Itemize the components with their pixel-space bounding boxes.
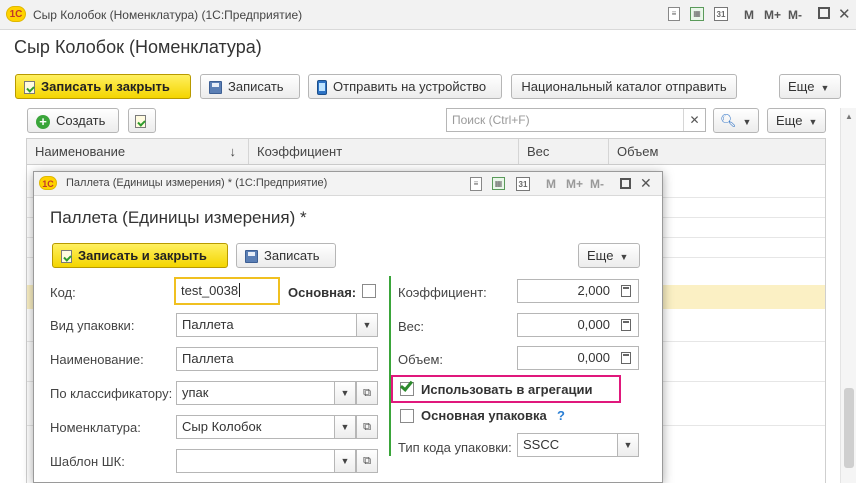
main-unit-label: Основная: [288,285,357,300]
pack-code-type-dropdown-icon[interactable]: ▼ [617,433,639,457]
print-icon[interactable]: ≡ [668,7,680,21]
dialog-calendar-icon[interactable]: 31 [516,177,530,191]
nomenclature-label: Номенклатура: [50,420,141,435]
nomenclature-open-icon[interactable]: ⧉ [356,415,378,439]
pack-code-type-select[interactable]: SSCC ▼ [517,433,639,457]
copy-button[interactable] [128,108,156,133]
use-in-aggregation-checkbox[interactable] [399,378,414,396]
copy-document-icon [135,115,146,129]
window-title: Сыр Колобок (Номенклатура) (1С:Предприят… [33,8,303,22]
volume-label: Объем: [398,352,444,367]
nomenclature-select[interactable]: Сыр Колобок ▼ ⧉ [176,415,378,439]
barcode-template-label: Шаблон ШК: [50,454,125,469]
dialog-close-icon[interactable]: ✕ [640,175,652,192]
name-label: Наименование: [50,352,144,367]
memory-minus-button[interactable]: M- [788,8,802,22]
national-catalog-button[interactable]: Национальный каталог отправить [511,74,737,99]
create-button[interactable]: + Создать [27,108,119,133]
column-header-volume[interactable]: Объем [609,139,825,164]
dialog-print-icon[interactable]: ≡ [470,177,482,191]
calculator-icon[interactable] [621,285,631,297]
search-button[interactable]: 🔍︎ ▼ [713,108,759,133]
list-scrollbar[interactable]: ▲ [840,108,856,483]
dropdown-caret-icon: ▼ [820,83,830,93]
main-pack-label[interactable]: Основная упаковка [421,408,547,423]
window-titlebar: 1С Сыр Колобок (Номенклатура) (1С:Предпр… [0,0,856,30]
volume-input[interactable]: 0,000 [517,346,639,370]
clear-search-icon[interactable]: ✕ [683,109,705,131]
dialog-more-button[interactable]: Еще ▼ [578,243,640,268]
barcode-template-select[interactable]: ▼ ⧉ [176,449,378,473]
column-header-name[interactable]: Наименование ↓ [27,139,249,164]
plus-icon: + [36,114,50,129]
dialog-memory-plus-button[interactable]: M+ [566,177,583,191]
dialog-memory-minus-button[interactable]: M- [590,177,604,191]
pallet-unit-dialog: 1С Паллета (Единицы измерения) * (1С:Пре… [33,171,663,483]
table-icon[interactable]: ▦ [690,7,704,21]
classifier-dropdown-icon[interactable]: ▼ [334,381,356,405]
maximize-icon[interactable] [818,7,830,19]
search-input[interactable]: Поиск (Ctrl+F) ✕ [446,108,706,132]
dialog-titlebar: 1С Паллета (Единицы измерения) * (1С:Пре… [34,172,662,196]
save-and-close-button[interactable]: Записать и закрыть [15,74,191,99]
barcode-template-open-icon[interactable]: ⧉ [356,449,378,473]
disk-icon [209,81,222,95]
scroll-up-icon[interactable]: ▲ [841,112,856,121]
dropdown-caret-icon: ▼ [742,117,752,127]
calendar-icon[interactable]: 31 [714,7,728,21]
sort-arrow-icon: ↓ [229,144,237,159]
dialog-table-icon[interactable]: ▦ [492,177,505,190]
scroll-thumb[interactable] [844,388,854,468]
phone-icon [317,80,327,96]
pack-type-label: Вид упаковки: [50,318,135,333]
help-icon[interactable]: ? [557,408,565,423]
column-divider [389,276,391,456]
dialog-memory-m-button[interactable]: M [546,177,556,191]
classifier-select[interactable]: упак ▼ ⧉ [176,381,378,405]
dropdown-caret-icon: ▼ [619,252,629,262]
use-in-aggregation-label[interactable]: Использовать в агрегации [421,382,592,397]
calculator-icon[interactable] [621,352,631,364]
memory-m-button[interactable]: M [744,8,754,22]
code-label: Код: [50,285,76,300]
barcode-template-dropdown-icon[interactable]: ▼ [334,449,356,473]
column-header-coefficient[interactable]: Коэффициент [249,139,519,164]
dialog-save-and-close-button[interactable]: Записать и закрыть [52,243,228,268]
list-more-button[interactable]: Еще ▼ [767,108,826,133]
weight-label: Вес: [398,319,425,334]
dialog-save-button[interactable]: Записать [236,243,336,268]
dropdown-caret-icon: ▼ [808,117,818,127]
dialog-window-title: Паллета (Единицы измерения) * (1С:Предпр… [66,177,328,189]
weight-input[interactable]: 0,000 [517,313,639,337]
magnifier-icon: 🔍︎ [720,113,737,128]
coefficient-label: Коэффициент: [398,285,487,300]
page-title: Сыр Колобок (Номенклатура) [14,37,262,57]
pack-code-type-label: Тип кода упаковки: [398,440,512,455]
list-grid-header: Наименование ↓ Коэффициент Вес Объем [26,138,826,165]
save-button[interactable]: Записать [200,74,300,99]
dialog-title: Паллета (Единицы измерения) * [50,208,307,227]
name-input[interactable]: Паллета [176,347,378,371]
close-icon[interactable]: ✕ [838,5,851,23]
dialog-maximize-icon[interactable] [620,178,631,189]
classifier-label: По классификатору: [50,386,173,401]
coefficient-input[interactable]: 2,000 [517,279,639,303]
pack-type-select[interactable]: Паллета ▼ [176,313,378,337]
main-unit-checkbox[interactable] [362,284,376,298]
nomenclature-dropdown-icon[interactable]: ▼ [334,415,356,439]
document-check-icon [61,250,72,264]
pack-type-dropdown-icon[interactable]: ▼ [356,313,378,337]
main-pack-checkbox[interactable] [400,409,414,423]
app-logo-icon: 1С [6,6,26,22]
column-header-weight[interactable]: Вес [519,139,609,164]
memory-plus-button[interactable]: M+ [764,8,781,22]
more-button[interactable]: Еще ▼ [779,74,841,99]
send-to-device-button[interactable]: Отправить на устройство [308,74,502,99]
classifier-open-icon[interactable]: ⧉ [356,381,378,405]
document-check-icon [24,81,35,95]
disk-icon [245,250,258,264]
code-input[interactable]: test_0038 [174,277,280,305]
dialog-logo-icon: 1С [39,176,57,190]
calculator-icon[interactable] [621,319,631,331]
